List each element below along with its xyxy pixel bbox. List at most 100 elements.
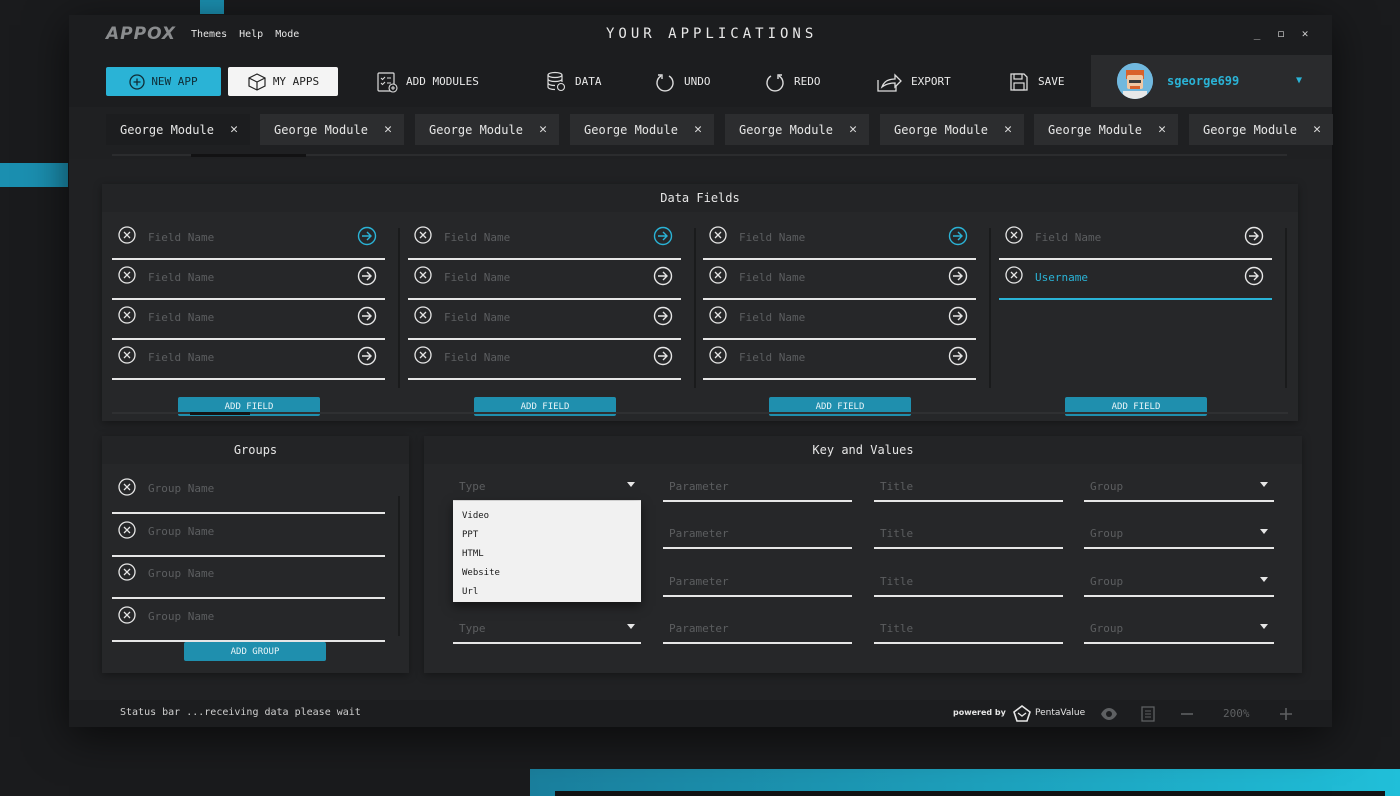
- field-input[interactable]: Field Name: [999, 220, 1272, 260]
- close-icon[interactable]: ✕: [230, 122, 238, 137]
- close-icon[interactable]: ✕: [849, 122, 857, 137]
- title-input[interactable]: Title: [874, 614, 1063, 644]
- close-icon[interactable]: ✕: [384, 122, 392, 137]
- redo-button[interactable]: REDO: [764, 67, 821, 96]
- field-input[interactable]: Field Name: [112, 300, 385, 340]
- group-select[interactable]: Group: [1084, 614, 1274, 644]
- group-select[interactable]: Group: [1084, 519, 1274, 549]
- remove-circle-icon[interactable]: [118, 226, 136, 244]
- remove-circle-icon[interactable]: [1005, 226, 1023, 244]
- menu-item-help[interactable]: Help: [239, 29, 263, 40]
- tab-module[interactable]: George Module ✕: [570, 114, 714, 145]
- group-input[interactable]: Group Name: [112, 519, 385, 557]
- remove-circle-icon[interactable]: [118, 478, 136, 496]
- data-button[interactable]: DATA: [545, 67, 602, 96]
- remove-circle-icon[interactable]: [118, 266, 136, 284]
- menu-item-mode[interactable]: Mode: [275, 29, 299, 40]
- field-input[interactable]: Field Name: [408, 260, 681, 300]
- arrow-right-circle-icon[interactable]: [653, 346, 673, 366]
- chevron-down-icon[interactable]: ▼: [1296, 75, 1302, 86]
- field-input[interactable]: Field Name: [703, 300, 976, 340]
- arrow-right-circle-icon[interactable]: [653, 306, 673, 326]
- tab-module[interactable]: George Module ✕: [725, 114, 869, 145]
- export-button[interactable]: EXPORT: [875, 67, 951, 96]
- field-input[interactable]: Field Name: [408, 300, 681, 340]
- remove-circle-icon[interactable]: [709, 346, 727, 364]
- close-icon[interactable]: ✕: [1004, 122, 1012, 137]
- eye-icon[interactable]: [1100, 705, 1118, 723]
- arrow-right-circle-icon[interactable]: [1244, 226, 1264, 246]
- remove-circle-icon[interactable]: [414, 306, 432, 324]
- parameter-input[interactable]: Parameter: [663, 567, 852, 597]
- maximize-icon[interactable]: ◻: [1276, 27, 1286, 40]
- title-input[interactable]: Title: [874, 472, 1063, 502]
- title-input[interactable]: Title: [874, 519, 1063, 549]
- parameter-input[interactable]: Parameter: [663, 614, 852, 644]
- menu-item-themes[interactable]: Themes: [191, 29, 227, 40]
- dropdown-option-website[interactable]: Website: [453, 564, 641, 583]
- title-input[interactable]: Title: [874, 567, 1063, 597]
- field-input[interactable]: Field Name: [408, 220, 681, 260]
- close-icon[interactable]: ✕: [539, 122, 547, 137]
- field-input[interactable]: Field Name: [112, 340, 385, 380]
- tab-module[interactable]: George Module ✕: [1034, 114, 1178, 145]
- group-input[interactable]: Group Name: [112, 604, 385, 642]
- close-icon[interactable]: ✕: [694, 122, 702, 137]
- groups-scrollbar[interactable]: [398, 496, 400, 636]
- remove-circle-icon[interactable]: [1005, 266, 1023, 284]
- new-app-button[interactable]: NEW APP: [106, 67, 221, 96]
- field-input[interactable]: Field Name: [112, 220, 385, 260]
- close-icon[interactable]: ✕: [1313, 122, 1321, 137]
- remove-circle-icon[interactable]: [414, 266, 432, 284]
- parameter-input[interactable]: Parameter: [663, 519, 852, 549]
- remove-circle-icon[interactable]: [118, 563, 136, 581]
- user-menu[interactable]: sgeorge699 ▼: [1091, 55, 1332, 107]
- tab-module[interactable]: George Module ✕: [880, 114, 1024, 145]
- save-button[interactable]: SAVE: [1008, 67, 1065, 96]
- remove-circle-icon[interactable]: [709, 226, 727, 244]
- type-select[interactable]: Type: [453, 472, 641, 502]
- remove-circle-icon[interactable]: [118, 346, 136, 364]
- tab-module[interactable]: George Module ✕: [106, 114, 250, 145]
- remove-circle-icon[interactable]: [709, 266, 727, 284]
- minimize-icon[interactable]: _: [1252, 27, 1262, 40]
- zoom-in-icon[interactable]: [1277, 705, 1295, 723]
- dropdown-option-ppt[interactable]: PPT: [453, 526, 641, 545]
- remove-circle-icon[interactable]: [414, 226, 432, 244]
- field-input[interactable]: Field Name: [408, 340, 681, 380]
- arrow-right-circle-icon[interactable]: [357, 266, 377, 286]
- data-fields-scrollbar-thumb[interactable]: [190, 412, 250, 415]
- undo-button[interactable]: UNDO: [654, 67, 711, 96]
- field-input[interactable]: Field Name: [703, 260, 976, 300]
- zoom-out-icon[interactable]: [1178, 705, 1196, 723]
- add-modules-button[interactable]: ADD MODULES: [376, 67, 479, 96]
- group-select[interactable]: Group: [1084, 472, 1274, 502]
- tab-module[interactable]: George Module ✕: [1189, 114, 1333, 145]
- add-group-button[interactable]: ADD GROUP: [184, 642, 326, 661]
- field-input[interactable]: Field Name: [112, 260, 385, 300]
- arrow-right-circle-icon[interactable]: [948, 346, 968, 366]
- arrow-right-circle-icon[interactable]: [653, 266, 673, 286]
- field-input-active[interactable]: Username: [999, 260, 1272, 300]
- group-input[interactable]: Group Name: [112, 561, 385, 599]
- arrow-right-circle-icon[interactable]: [357, 306, 377, 326]
- tabs-scrollbar-thumb[interactable]: [191, 154, 306, 157]
- dropdown-option-url[interactable]: Url: [453, 583, 641, 602]
- field-input[interactable]: Field Name: [703, 340, 976, 380]
- group-input[interactable]: Group Name: [112, 476, 385, 514]
- group-select[interactable]: Group: [1084, 567, 1274, 597]
- remove-circle-icon[interactable]: [414, 346, 432, 364]
- tab-module[interactable]: George Module ✕: [415, 114, 559, 145]
- type-select[interactable]: Type: [453, 614, 641, 644]
- field-input[interactable]: Field Name: [703, 220, 976, 260]
- arrow-right-circle-icon[interactable]: [357, 346, 377, 366]
- remove-circle-icon[interactable]: [118, 521, 136, 539]
- dropdown-option-video[interactable]: Video: [453, 507, 641, 526]
- dropdown-option-html[interactable]: HTML: [453, 545, 641, 564]
- document-icon[interactable]: [1139, 705, 1157, 723]
- arrow-right-circle-icon[interactable]: [948, 226, 968, 246]
- arrow-right-circle-icon[interactable]: [1244, 266, 1264, 286]
- arrow-right-circle-icon[interactable]: [948, 306, 968, 326]
- data-fields-scrollbar[interactable]: [112, 412, 1288, 414]
- arrow-right-circle-icon[interactable]: [653, 226, 673, 246]
